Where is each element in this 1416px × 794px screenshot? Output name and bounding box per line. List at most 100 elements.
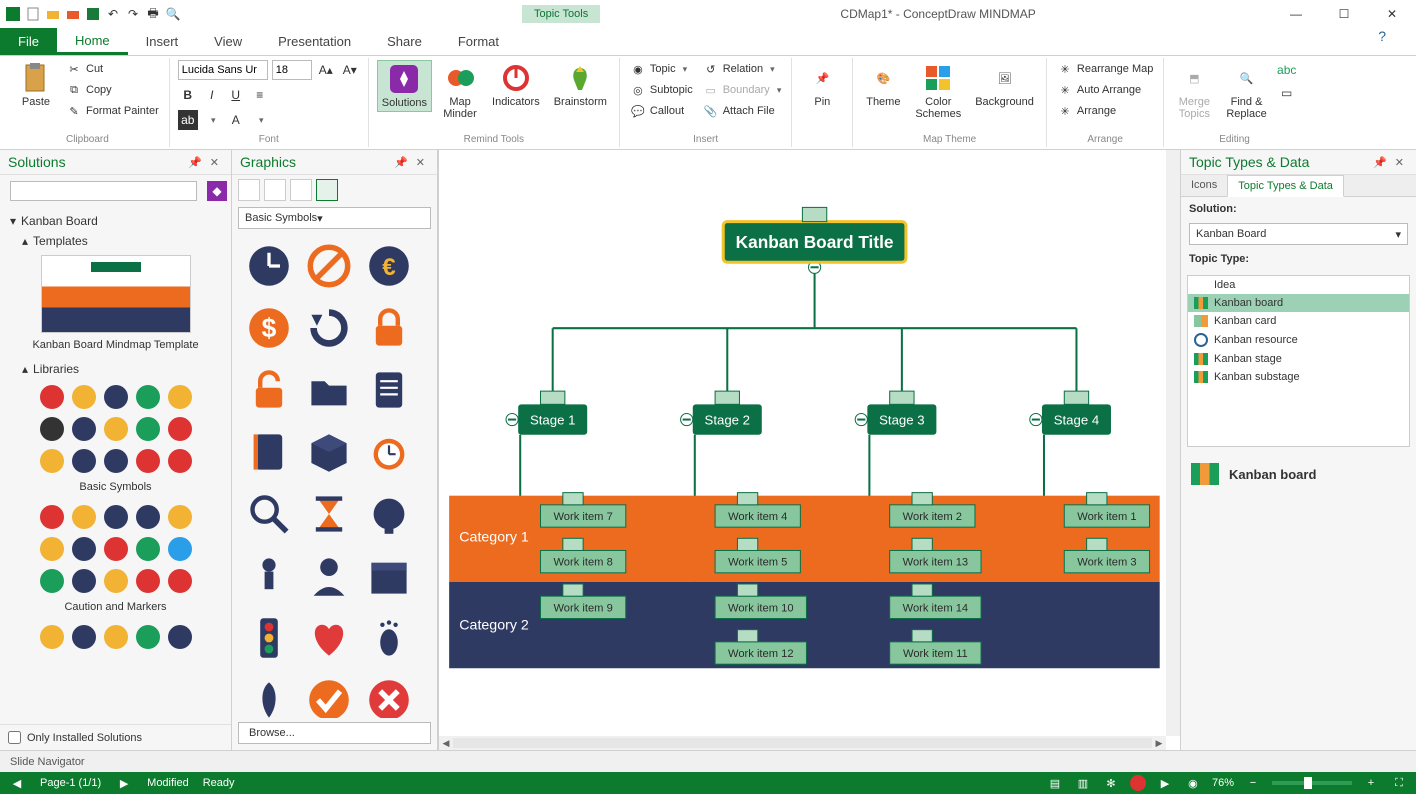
decrease-font-button[interactable]: A▾ — [340, 60, 360, 80]
underline-button[interactable]: U — [226, 85, 246, 105]
callout-button[interactable]: 💬Callout — [628, 102, 695, 120]
solutions-search-input[interactable] — [10, 181, 197, 201]
lib-icon[interactable] — [136, 417, 160, 441]
slide-navigator-bar[interactable]: Slide Navigator — [0, 750, 1416, 772]
lib-icon[interactable] — [40, 569, 64, 593]
lib-icon[interactable] — [104, 417, 128, 441]
merge-topics-button[interactable]: ⬒Merge Topics — [1172, 60, 1216, 122]
lib-icon[interactable] — [72, 569, 96, 593]
file-tab[interactable]: File — [0, 28, 57, 55]
help-icon[interactable]: ? — [1348, 28, 1416, 55]
box-icon[interactable] — [302, 425, 356, 479]
undo-icon[interactable]: ↶ — [104, 5, 122, 23]
lib-icon[interactable] — [72, 505, 96, 529]
tree-item-libraries[interactable]: ▴Libraries — [10, 359, 221, 379]
stage-2-node[interactable]: Stage 2 — [693, 391, 762, 435]
lib-icon[interactable] — [136, 505, 160, 529]
tab-format[interactable]: Format — [440, 28, 517, 55]
scroll-left-icon[interactable]: ◀ — [439, 736, 453, 750]
close-window-button[interactable]: ✕ — [1372, 4, 1412, 24]
filter-icon[interactable]: ◆ — [207, 181, 227, 201]
x-circle-icon[interactable] — [362, 673, 416, 718]
stage-3-node[interactable]: Stage 3 — [867, 391, 936, 435]
align-button[interactable]: ≡ — [250, 85, 270, 105]
color-schemes-button[interactable]: Color Schemes — [911, 60, 965, 122]
euro-icon[interactable]: € — [362, 239, 416, 293]
bell-icon[interactable] — [362, 487, 416, 541]
lib-icon[interactable] — [136, 449, 160, 473]
no-entry-icon[interactable] — [302, 239, 356, 293]
zoom-in-icon[interactable]: + — [1362, 774, 1380, 792]
spellcheck-button[interactable]: abc — [1277, 60, 1297, 80]
topic-button[interactable]: ◉Topic — [628, 60, 695, 78]
unlock-icon[interactable] — [242, 363, 296, 417]
increase-font-button[interactable]: A▴ — [316, 60, 336, 80]
notebook-icon[interactable] — [242, 425, 296, 479]
type-row-kanban-board[interactable]: Kanban board — [1188, 294, 1409, 312]
stage-1-node[interactable]: Stage 1 — [518, 391, 587, 435]
lib-icon[interactable] — [168, 537, 192, 561]
font-size-select[interactable] — [272, 60, 312, 80]
sub-tab-types[interactable]: Topic Types & Data — [1227, 175, 1344, 197]
zoom-slider[interactable] — [1272, 781, 1352, 785]
document-icon[interactable] — [362, 363, 416, 417]
font-color-dropdown[interactable] — [250, 110, 270, 130]
hourglass-icon[interactable] — [302, 487, 356, 541]
lib-icon[interactable] — [40, 625, 64, 649]
play-icon[interactable]: ▶ — [1156, 774, 1174, 792]
relation-button[interactable]: ↺Relation — [701, 60, 784, 78]
lib-icon[interactable] — [104, 385, 128, 409]
brainstorm-button[interactable]: Brainstorm — [550, 60, 611, 110]
record-icon[interactable] — [1130, 775, 1146, 791]
type-row-kanban-stage[interactable]: Kanban stage — [1188, 350, 1409, 368]
lock-icon[interactable] — [362, 301, 416, 355]
pin-panel-icon[interactable]: 📌 — [390, 156, 412, 169]
pin-button[interactable]: 📌Pin — [800, 60, 844, 110]
maximize-button[interactable]: ☐ — [1324, 4, 1364, 24]
reload-icon[interactable] — [302, 301, 356, 355]
indicators-button[interactable]: Indicators — [488, 60, 544, 110]
lib-icon[interactable] — [168, 449, 192, 473]
type-row-kanban-card[interactable]: Kanban card — [1188, 312, 1409, 330]
heart-icon[interactable] — [302, 611, 356, 665]
lib-icon[interactable] — [40, 385, 64, 409]
graphics-library-select[interactable]: Basic Symbols▾ — [238, 207, 431, 229]
fit-icon[interactable]: ⛶ — [1390, 774, 1408, 792]
solution-select[interactable]: Kanban Board▾ — [1189, 223, 1408, 245]
dollar-icon[interactable]: $ — [242, 301, 296, 355]
zoom-out-icon[interactable]: − — [1244, 774, 1262, 792]
prev-page-icon[interactable]: ◀ — [8, 774, 26, 792]
open-icon[interactable] — [44, 5, 62, 23]
pin-panel-icon[interactable]: 📌 — [1369, 156, 1391, 169]
lib-icon[interactable] — [72, 417, 96, 441]
cut-button[interactable]: ✂Cut — [64, 60, 161, 78]
solutions-button[interactable]: Solutions — [377, 60, 432, 112]
lib-icon[interactable] — [136, 569, 160, 593]
footprint-icon[interactable] — [362, 611, 416, 665]
canvas-area[interactable]: Category 1 Category 2 Kanban Board Title… — [438, 150, 1181, 750]
gfx-mode-1[interactable] — [238, 179, 260, 201]
auto-arrange-button[interactable]: ✳Auto Arrange — [1055, 81, 1143, 99]
manager-icon[interactable] — [302, 549, 356, 603]
check-circle-icon[interactable] — [302, 673, 356, 718]
lib-icon[interactable] — [72, 385, 96, 409]
lib-icon[interactable] — [104, 449, 128, 473]
horizontal-scrollbar[interactable]: ◀▶ — [439, 736, 1166, 750]
lib-icon[interactable] — [72, 537, 96, 561]
highlight-dropdown[interactable] — [202, 110, 222, 130]
redo-icon[interactable]: ↷ — [124, 5, 142, 23]
app-icon[interactable] — [4, 5, 22, 23]
rocket-icon[interactable] — [242, 673, 296, 718]
template-thumbnail[interactable] — [41, 255, 191, 333]
scroll-right-icon[interactable]: ▶ — [1152, 736, 1166, 750]
print-icon[interactable]: 🖶 — [144, 5, 162, 23]
close-panel-icon[interactable]: ✕ — [206, 156, 223, 169]
lib-icon[interactable] — [104, 537, 128, 561]
lib-icon[interactable] — [136, 625, 160, 649]
close-panel-icon[interactable]: ✕ — [1391, 156, 1408, 169]
lib-icon[interactable] — [40, 417, 64, 441]
tab-share[interactable]: Share — [369, 28, 440, 55]
font-family-select[interactable] — [178, 60, 268, 80]
type-row-kanban-substage[interactable]: Kanban substage — [1188, 368, 1409, 386]
paste-button[interactable]: Paste — [14, 60, 58, 110]
